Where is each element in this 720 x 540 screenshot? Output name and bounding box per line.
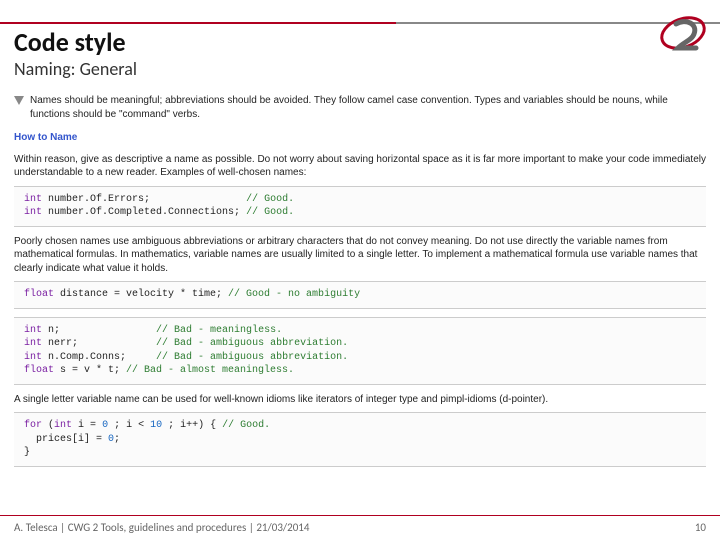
code-block-good-formula: float distance = velocity * time; // Goo… [14,281,706,309]
code-block-iterator: for (int i = 0 ; i < 10 ; i++) { // Good… [14,412,706,467]
top-divider [0,22,720,24]
section-heading: How to Name [14,131,706,145]
code-block-good-names: int number.Of.Errors; // Good. int numbe… [14,186,706,227]
code-block-bad-names: int n; // Bad - meaningless. int nerr; /… [14,317,706,385]
paragraph-2: Poorly chosen names use ambiguous abbrev… [14,235,706,276]
callout-text: Names should be meaningful; abbreviation… [30,94,706,121]
footer-divider [0,515,720,516]
content-area: Names should be meaningful; abbreviation… [14,94,706,475]
page-number: 10 [695,521,706,534]
paragraph-3: A single letter variable name can be use… [14,393,706,407]
footer-text: A. Telesca | CWG 2 Tools, guidelines and… [14,521,309,534]
slide-subtitle: Naming: General [14,58,137,80]
triangle-down-icon [14,96,24,105]
slide-title: Code style [14,26,126,58]
paragraph-1: Within reason, give as descriptive a nam… [14,153,706,180]
logo-icon [656,6,710,60]
callout-row: Names should be meaningful; abbreviation… [14,94,706,121]
